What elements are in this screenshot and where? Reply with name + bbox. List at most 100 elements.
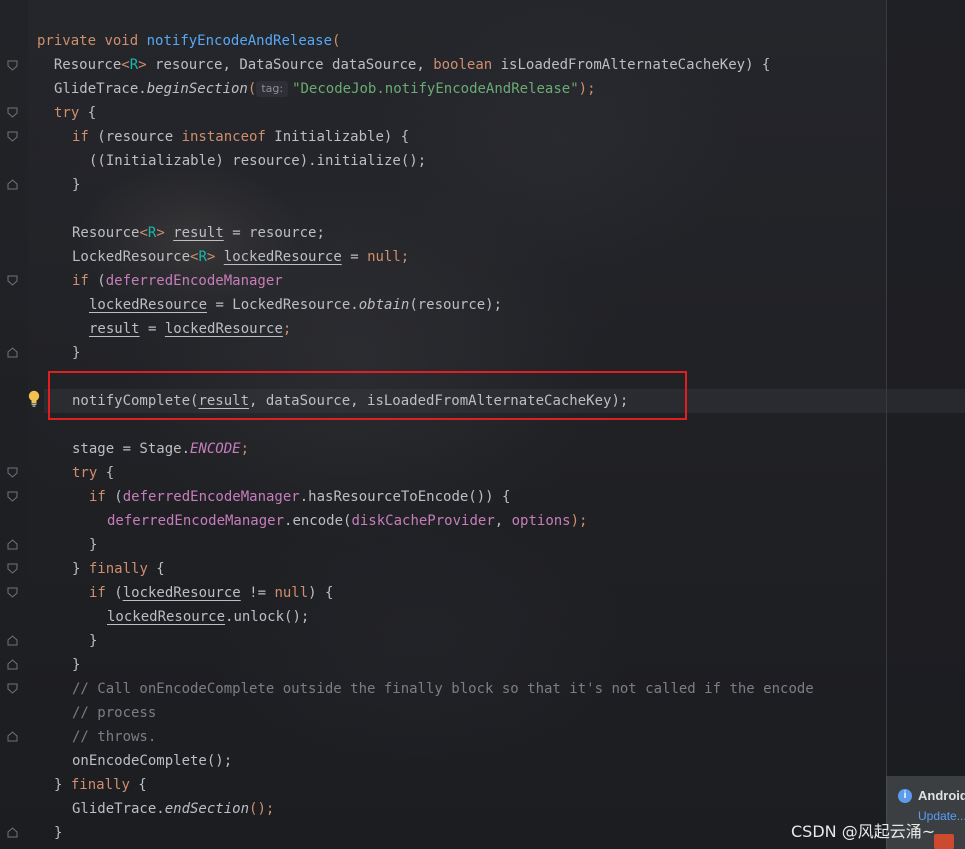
token-text: ( — [88, 273, 106, 289]
token-variable[interactable]: result — [89, 321, 140, 337]
token-field: deferredEncodeManager — [105, 273, 283, 289]
code-line: GlideTrace.beginSection(tag: "DecodeJob.n… — [54, 77, 596, 101]
corner-badge-icon — [934, 834, 954, 849]
token-variable[interactable]: lockedResource — [89, 297, 207, 313]
lightbulb-icon[interactable] — [27, 390, 41, 408]
code-line: } — [89, 629, 97, 653]
token-variable[interactable]: result — [173, 225, 224, 241]
info-icon: i — [898, 789, 912, 803]
token-field: deferredEncodeManager — [122, 489, 300, 505]
fold-close-icon[interactable] — [7, 539, 18, 550]
fold-close-icon[interactable] — [7, 827, 18, 838]
code-line: } — [72, 173, 80, 197]
token-text: .unlock(); — [225, 609, 310, 625]
fold-close-icon[interactable] — [7, 635, 18, 646]
fold-close-icon[interactable] — [7, 179, 18, 190]
code-line: if (resource instanceof Initializable) { — [72, 125, 409, 149]
token-brace: } — [72, 345, 81, 361]
token-field: deferredEncodeManager — [107, 513, 285, 529]
token-generic: R — [198, 249, 207, 265]
highlight-annotation-box — [48, 371, 687, 420]
code-comment: // throws. — [72, 725, 156, 749]
token-static-method: obtain — [358, 297, 410, 313]
code-line: } — [72, 341, 80, 365]
token-text: = LockedResource. — [207, 297, 359, 313]
token-keyword: if — [89, 585, 106, 601]
code-line: } — [89, 533, 97, 557]
token-static-method: beginSection — [146, 81, 248, 97]
code-line: stage = Stage.ENCODE; — [72, 437, 249, 461]
token-text: , — [494, 513, 512, 529]
fold-open-icon[interactable] — [7, 491, 18, 502]
token-punct: ( — [247, 81, 257, 97]
token-text: (resource); — [409, 297, 503, 313]
fold-open-icon[interactable] — [7, 131, 18, 142]
token-field: diskCacheProvider — [351, 513, 495, 529]
fold-open-icon[interactable] — [7, 587, 18, 598]
token-keyword: boolean — [433, 57, 493, 73]
code-line: LockedResource<R> lockedResource = null; — [72, 245, 409, 269]
token-variable[interactable]: lockedResource — [123, 585, 241, 601]
fold-close-icon[interactable] — [7, 347, 18, 358]
token-variable[interactable]: lockedResource — [107, 609, 225, 625]
editor-gutter — [0, 0, 28, 849]
token-field: options — [511, 513, 571, 529]
token-text: onEncodeComplete(); — [72, 753, 233, 769]
fold-open-icon[interactable] — [7, 275, 18, 286]
token-punct: > — [138, 57, 147, 73]
token-text: = — [341, 249, 368, 265]
token-brace: } — [89, 633, 98, 649]
token-punct: (); — [249, 801, 275, 817]
right-margin-guide — [886, 0, 887, 849]
token-text: (resource — [88, 129, 182, 145]
token-text: isLoadedFromAlternateCacheKey) { — [492, 57, 771, 73]
fold-open-icon[interactable] — [7, 683, 18, 694]
token-text: { — [79, 105, 97, 121]
token-enum-constant: ENCODE — [190, 441, 241, 457]
token-method-name: notifyEncodeAndRelease — [146, 33, 333, 49]
token-variable[interactable]: lockedResource — [224, 249, 342, 265]
code-line: GlideTrace.endSection(); — [72, 797, 274, 821]
code-line: } — [54, 821, 62, 845]
token-class: GlideTrace. — [54, 81, 147, 97]
token-punct: < — [121, 57, 130, 73]
code-line: if (deferredEncodeManager — [72, 269, 283, 293]
code-line: } — [72, 653, 80, 677]
token-keyword: if — [72, 273, 89, 289]
code-line: } finally { — [54, 773, 147, 797]
token-type: Resource — [72, 225, 140, 241]
token-punct: > — [156, 225, 165, 241]
fold-open-icon[interactable] — [7, 60, 18, 71]
token-punct: ); — [570, 513, 588, 529]
token-static-method: endSection — [164, 801, 250, 817]
code-comment: // process — [72, 701, 156, 725]
token-keyword: private — [37, 33, 97, 49]
right-margin-area — [887, 0, 965, 849]
fold-open-icon[interactable] — [7, 563, 18, 574]
token-text: .hasResourceToEncode()) { — [299, 489, 511, 505]
token-text: = resource; — [223, 225, 325, 241]
token-type: Resource — [53, 57, 122, 73]
token-text: .encode( — [284, 513, 352, 529]
parameter-hint: tag: — [256, 81, 289, 97]
token-punct: ( — [332, 33, 341, 49]
token-punct: ; — [240, 441, 250, 457]
token-text: resource, DataSource dataSource, — [146, 57, 434, 73]
watermark-text: CSDN @风起云涌~ — [791, 822, 936, 841]
token-generic: R — [129, 57, 139, 73]
fold-open-icon[interactable] — [7, 107, 18, 118]
fold-open-icon[interactable] — [7, 467, 18, 478]
token-class: GlideTrace. — [72, 801, 165, 817]
code-line: onEncodeComplete(); — [72, 749, 232, 773]
token-keyword: if — [89, 489, 106, 505]
fold-close-icon[interactable] — [7, 659, 18, 670]
token-brace: } — [72, 657, 81, 673]
token-variable[interactable]: lockedResource — [165, 321, 283, 337]
fold-close-icon[interactable] — [7, 731, 18, 742]
code-line: result = lockedResource; — [89, 317, 291, 341]
token-text: Initializable) { — [265, 129, 410, 145]
token-text: { — [129, 777, 147, 793]
token-keyword: instanceof — [181, 129, 266, 145]
code-line: lockedResource = LockedResource.obtain(r… — [89, 293, 502, 317]
